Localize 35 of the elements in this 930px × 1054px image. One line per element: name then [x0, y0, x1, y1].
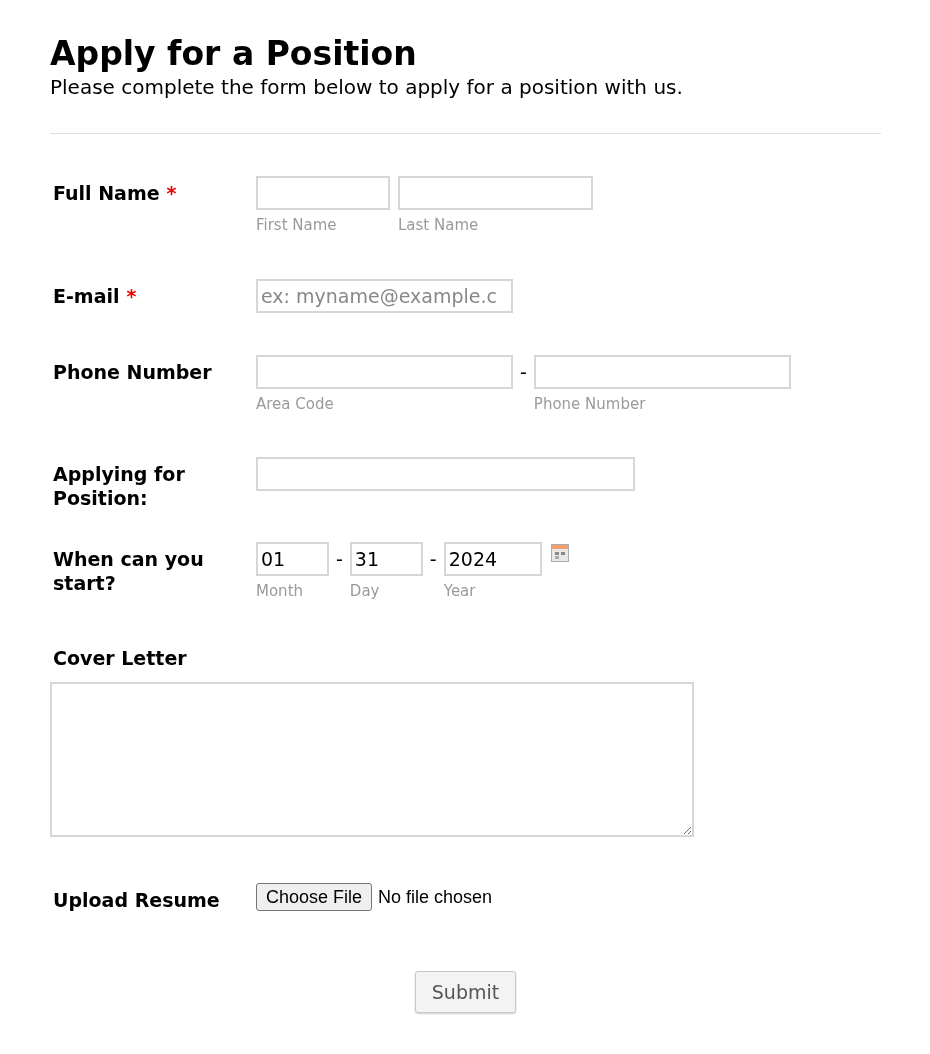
form-description: Please complete the form below to apply for a position with us.	[50, 74, 684, 101]
required-mark: *	[126, 285, 137, 307]
field-label: Upload Resume	[53, 889, 220, 911]
file-status: No file chosen	[378, 886, 493, 909]
field-label: Applying for Position:	[53, 463, 185, 509]
field-sublabel: Day	[349, 581, 381, 601]
field-sublabel: Year	[443, 581, 477, 601]
text-area[interactable]	[50, 682, 694, 837]
input-field[interactable]	[256, 457, 635, 491]
separator: -	[429, 547, 437, 571]
input-field[interactable]	[533, 355, 791, 389]
input-field[interactable]: 2024	[443, 542, 542, 576]
field-label: Phone Number	[53, 361, 212, 383]
field-sublabel: Last Name	[398, 215, 480, 235]
input-field[interactable]	[256, 355, 513, 389]
field-label: When can you start?	[53, 548, 204, 594]
form-title: Apply for a Position	[50, 33, 418, 75]
field-sublabel: Area Code	[256, 394, 335, 414]
required-mark: *	[166, 182, 177, 204]
field-label: Cover Letter	[53, 647, 187, 669]
input-field[interactable]: 31	[349, 542, 423, 576]
choose-file-button[interactable]: Choose File	[256, 883, 373, 911]
field-label: E-mail	[53, 285, 120, 307]
email-field[interactable]: ex: myname@example.c	[256, 279, 513, 313]
input-field[interactable]: 01	[256, 542, 329, 576]
submit-button[interactable]: Submit	[415, 971, 516, 1013]
separator: -	[520, 360, 527, 384]
field-sublabel: Month	[256, 581, 304, 601]
field-sublabel: First Name	[256, 215, 338, 235]
field-sublabel: Phone Number	[533, 394, 647, 414]
separator: -	[336, 547, 343, 571]
input-field[interactable]	[256, 176, 390, 210]
input-field[interactable]	[398, 176, 593, 210]
field-label: Full Name	[53, 182, 160, 204]
calendar-icon[interactable]	[550, 544, 569, 562]
